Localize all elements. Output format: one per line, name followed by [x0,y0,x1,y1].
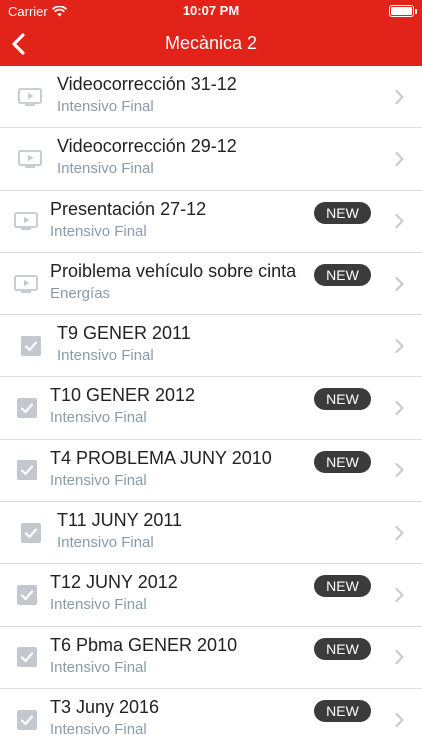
new-badge: NEW [314,263,371,286]
checkbox-icon [17,709,37,730]
item-title: T4 PROBLEMA JUNY 2010 [50,447,272,468]
video-icon [18,87,42,106]
list-item[interactable]: T4 PROBLEMA JUNY 2010 Intensivo Final NEW [0,439,422,503]
battery-icon [389,5,417,17]
item-title: T11 JUNY 2011 [57,510,183,531]
item-subtitle: Intensivo Final [57,534,154,552]
video-icon [18,150,42,168]
item-title: T3 Juny 2016 [50,696,160,717]
item-title: Videocorrección 31-12 [57,74,237,94]
list-item[interactable]: T9 GENER 2011 Intensivo Final [0,315,422,378]
checkbox-icon [21,522,41,543]
list-item[interactable]: T11 JUNY 2011 Intensivo Final [0,502,422,565]
item-title: T12 JUNY 2012 [50,572,178,593]
item-title: T9 GENER 2011 [57,323,191,344]
chevron-right-icon [395,588,404,603]
checkbox-icon [17,398,37,419]
video-icon [14,274,38,293]
item-subtitle: Intensivo Final [50,658,147,676]
status-time: 10:07 PM [182,3,240,18]
video-icon [14,212,38,231]
chevron-right-icon [395,338,404,353]
chevron-right-icon [395,650,404,665]
list-item[interactable]: Presentación 27-12 Intensivo Final NEW [0,190,422,253]
chevron-right-icon [395,712,404,727]
chevron-right-icon [395,151,404,166]
item-subtitle: Energías [50,284,111,302]
list-item[interactable]: T10 GENER 2012 Intensivo Final NEW [0,377,422,440]
item-title: Presentación 27-12 [50,198,207,219]
new-badge: NEW [314,699,371,722]
item-title: Proiblema vehículo sobre cinta [50,260,297,281]
list-item[interactable]: Videocorrección 29-12 Intensivo Final [0,128,422,191]
chevron-right-icon [395,525,404,540]
item-subtitle: Intensivo Final [50,596,147,614]
item-subtitle: Intensivo Final [50,471,147,489]
item-title: T6 Pbma GENER 2010 [50,634,238,655]
checkbox-icon [17,647,37,668]
header: Carrier 10:07 PM Mecànica 2 [0,0,422,66]
item-subtitle: Intensivo Final [57,347,154,365]
list-item[interactable]: T6 Pbma GENER 2010 Intensivo Final NEW [0,626,422,689]
new-badge: NEW [314,637,371,660]
item-subtitle: Intensivo Final [50,409,147,427]
content-list: Videocorrección 31-12 Intensivo Final Vide… [0,66,422,750]
new-badge: NEW [314,388,371,411]
chevron-right-icon [395,401,404,416]
list-item[interactable]: T12 JUNY 2012 Intensivo Final NEW [0,564,422,627]
list-item[interactable]: T3 Juny 2016 Intensivo Final NEW [0,688,422,750]
chevron-right-icon [395,276,404,291]
list-item[interactable]: Proiblema vehículo sobre cinta Energías NE… [0,252,422,316]
item-title: T10 GENER 2012 [50,385,196,406]
chevron-right-icon [395,463,404,478]
status-bar: Carrier 10:07 PM [0,0,422,22]
new-badge: NEW [314,201,371,224]
new-badge: NEW [314,450,371,473]
nav-bar: Mecànica 2 [0,22,422,66]
checkbox-icon [17,460,37,481]
item-subtitle: Intensivo Final [57,160,154,178]
new-badge: NEW [314,575,371,598]
checkbox-icon [17,585,37,606]
item-subtitle: Intensivo Final [50,222,147,240]
checkbox-icon [21,335,41,356]
chevron-right-icon [395,214,404,229]
item-subtitle: Intensivo Final [50,720,147,738]
page-title: Mecànica 2 [164,33,258,53]
list-item[interactable]: Videocorrección 31-12 Intensivo Final [0,66,422,129]
chevron-right-icon [395,89,404,104]
item-subtitle: Intensivo Final [57,98,154,115]
item-title: Videocorrección 29-12 [57,136,237,157]
